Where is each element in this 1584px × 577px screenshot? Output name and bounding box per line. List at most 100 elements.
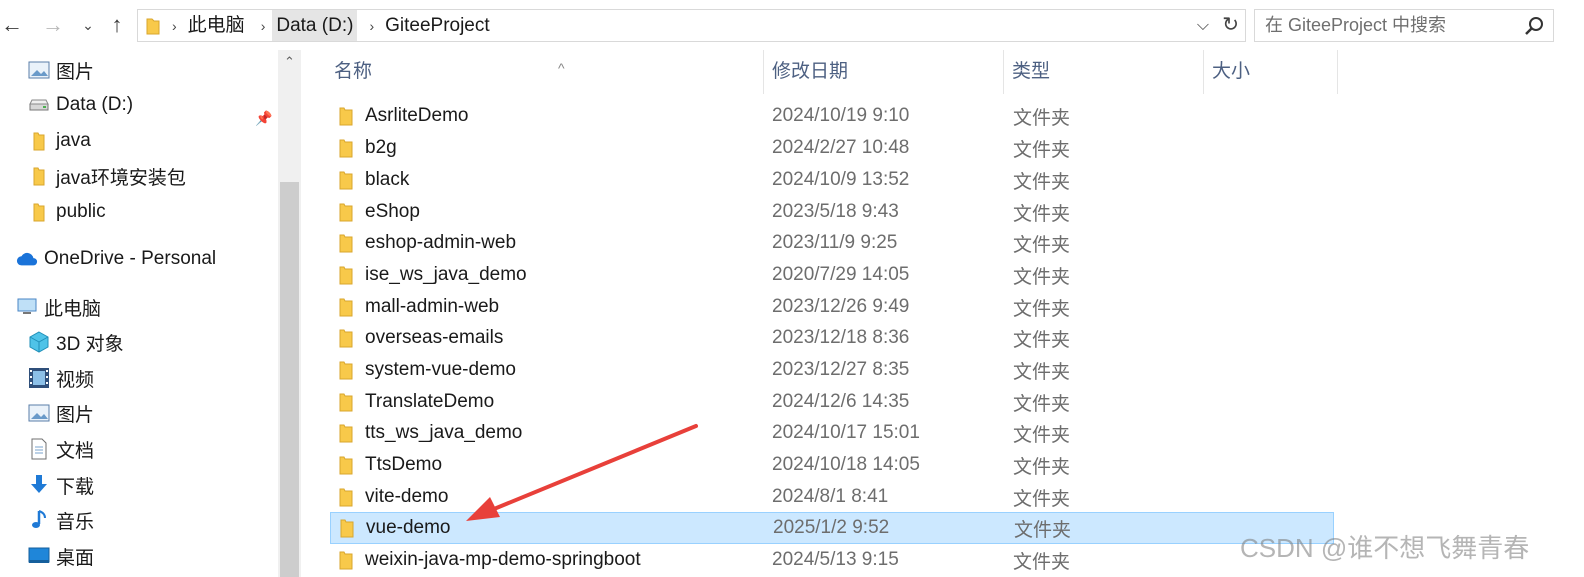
address-history-dropdown-icon[interactable]: ⌵ — [1197, 10, 1209, 41]
watermark-text: CSDN @谁不想飞舞青春 — [1240, 533, 1530, 563]
breadcrumb-separator-icon[interactable]: › — [369, 18, 374, 34]
file-type: 文件夹 — [1013, 551, 1071, 573]
sort-ascending-icon: ^ — [558, 60, 565, 76]
file-type: 文件夹 — [1014, 519, 1072, 541]
column-header-type[interactable]: 类型 — [1004, 50, 1204, 94]
scroll-up-icon[interactable]: ⌃ — [278, 54, 301, 74]
file-row[interactable]: tts_ws_java_demo 2024/10/17 15:01 文件夹 — [330, 417, 1334, 449]
breadcrumb-drive[interactable]: Data (D:) — [272, 10, 358, 41]
file-date: 2023/12/18 8:36 — [772, 327, 910, 348]
search-icon[interactable] — [1523, 15, 1545, 37]
nav-desktop[interactable]: 桌面 — [28, 541, 94, 571]
file-row[interactable]: eshop-admin-web 2023/11/9 9:25 文件夹 — [330, 227, 1334, 259]
nav-item-label: 音乐 — [56, 511, 95, 533]
up-button[interactable]: ↑ — [105, 8, 129, 42]
forward-button[interactable]: → — [40, 8, 66, 42]
file-date: 2024/10/9 13:52 — [772, 169, 910, 190]
folder-icon — [339, 456, 353, 475]
file-type: 文件夹 — [1013, 171, 1071, 193]
nav-item-label: 图片 — [56, 61, 95, 83]
folder-icon — [339, 361, 353, 380]
file-row[interactable]: black 2024/10/9 13:52 文件夹 — [330, 164, 1334, 196]
nav-this-pc[interactable]: 此电脑 — [16, 292, 101, 322]
column-header-size[interactable]: 大小 — [1204, 50, 1338, 94]
file-row[interactable]: TranslateDemo 2024/12/6 14:35 文件夹 — [330, 386, 1334, 418]
search-box — [1254, 9, 1554, 42]
cloud-icon — [16, 248, 38, 270]
pictures-icon — [28, 59, 50, 81]
nav-item-label: 文档 — [56, 440, 95, 462]
nav-quick-public[interactable]: public — [28, 197, 106, 227]
file-name: vue-demo — [366, 517, 451, 538]
nav-pictures[interactable]: 图片 — [28, 398, 94, 428]
file-date: 2025/1/2 9:52 — [773, 517, 890, 538]
breadcrumb-current-folder[interactable]: GiteeProject — [381, 10, 494, 41]
file-type: 文件夹 — [1013, 424, 1071, 446]
file-name: b2g — [365, 137, 397, 158]
nav-quick-java[interactable]: java — [28, 126, 91, 156]
pin-icon[interactable]: 📌 — [255, 110, 272, 127]
folder-icon — [339, 107, 353, 126]
folder-icon — [339, 424, 353, 443]
nav-documents[interactable]: 文档 — [28, 434, 94, 464]
folder-icon — [28, 165, 50, 187]
file-row[interactable]: mall-admin-web 2023/12/26 9:49 文件夹 — [330, 291, 1334, 323]
navigation-scrollbar[interactable]: ⌃ — [278, 50, 301, 577]
address-bar[interactable]: › 此电脑 › Data (D:) › GiteeProject ⌵ ↻ — [137, 9, 1246, 42]
breadcrumb-this-pc[interactable]: 此电脑 — [184, 10, 249, 41]
nav-quick-java-env[interactable]: java环境安装包 — [28, 161, 186, 191]
file-row[interactable]: ise_ws_java_demo 2020/7/29 14:05 文件夹 — [330, 259, 1334, 291]
file-row-selected[interactable]: vue-demo 2025/1/2 9:52 文件夹 — [330, 512, 1334, 544]
folder-icon — [340, 519, 354, 538]
nav-music[interactable]: 音乐 — [28, 505, 94, 535]
file-row[interactable]: TtsDemo 2024/10/18 14:05 文件夹 — [330, 449, 1334, 481]
file-type: 文件夹 — [1013, 107, 1071, 129]
column-header-date[interactable]: 修改日期 — [764, 50, 1004, 94]
file-row[interactable]: vite-demo 2024/8/1 8:41 文件夹 — [330, 481, 1334, 513]
breadcrumb-separator-icon[interactable]: › — [261, 18, 266, 34]
nav-quick-pictures[interactable]: 图片 — [28, 55, 94, 85]
folder-icon — [339, 329, 353, 348]
nav-quick-data-drive[interactable]: Data (D:) — [28, 90, 133, 120]
recent-locations-button[interactable]: ⌄ — [78, 8, 98, 42]
folder-icon — [339, 234, 353, 253]
nav-item-label: java环境安装包 — [56, 167, 186, 189]
nav-onedrive[interactable]: OneDrive - Personal — [16, 244, 216, 274]
column-header-name[interactable]: 名称 ^ — [326, 50, 764, 94]
file-name: mall-admin-web — [365, 296, 500, 317]
file-row[interactable]: weixin-java-mp-demo-springboot 2024/5/13… — [330, 544, 1334, 576]
file-date: 2023/12/26 9:49 — [772, 296, 910, 317]
file-name: TranslateDemo — [365, 391, 495, 412]
file-type: 文件夹 — [1013, 234, 1071, 256]
downloads-icon — [28, 474, 50, 496]
file-row[interactable]: AsrliteDemo 2024/10/19 9:10 文件夹 — [330, 100, 1334, 132]
file-name: weixin-java-mp-demo-springboot — [365, 549, 641, 570]
file-date: 2023/5/18 9:43 — [772, 201, 899, 222]
navigation-pane: 📌 图片 Data (D:) java java环境安装包 public One… — [0, 50, 304, 577]
file-name: TtsDemo — [365, 454, 443, 475]
file-name: black — [365, 169, 410, 190]
breadcrumb-separator-icon[interactable]: › — [172, 18, 177, 34]
file-type: 文件夹 — [1013, 393, 1071, 415]
file-row[interactable]: eShop 2023/5/18 9:43 文件夹 — [330, 196, 1334, 228]
nav-item-label: OneDrive - Personal — [44, 248, 217, 269]
file-row[interactable]: system-vue-demo 2023/12/27 8:35 文件夹 — [330, 354, 1334, 386]
nav-item-label: Data (D:) — [56, 94, 134, 115]
file-row[interactable]: b2g 2024/2/27 10:48 文件夹 — [330, 132, 1334, 164]
file-date: 2024/2/27 10:48 — [772, 137, 910, 158]
nav-3d-objects[interactable]: 3D 对象 — [28, 327, 124, 357]
file-type: 文件夹 — [1013, 266, 1071, 288]
nav-downloads[interactable]: 下载 — [28, 470, 94, 500]
refresh-icon[interactable]: ↻ — [1222, 10, 1239, 41]
search-input[interactable] — [1265, 15, 1515, 36]
back-button[interactable]: ← — [0, 8, 24, 42]
file-type: 文件夹 — [1013, 139, 1071, 161]
3d-objects-icon — [28, 331, 50, 353]
drive-icon — [28, 94, 50, 116]
file-name: tts_ws_java_demo — [365, 422, 523, 443]
scrollbar-thumb[interactable] — [280, 182, 299, 577]
file-date: 2020/7/29 14:05 — [772, 264, 910, 285]
file-row[interactable]: overseas-emails 2023/12/18 8:36 文件夹 — [330, 322, 1334, 354]
file-type: 文件夹 — [1013, 203, 1071, 225]
nav-videos[interactable]: 视频 — [28, 363, 94, 393]
